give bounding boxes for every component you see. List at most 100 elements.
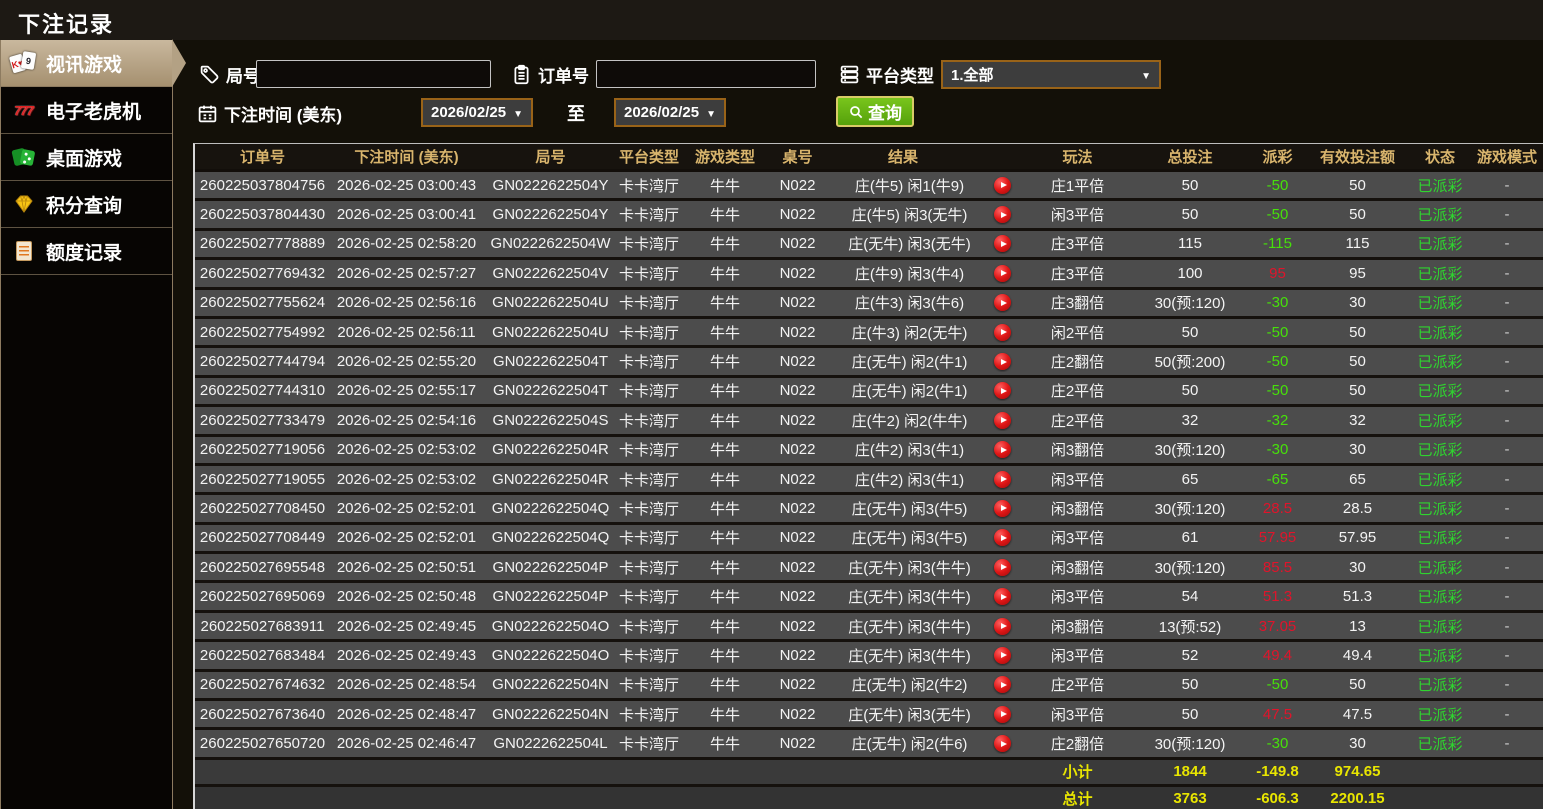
replay-button[interactable] (994, 412, 1011, 429)
replay-button[interactable] (994, 706, 1011, 723)
replay-button[interactable] (994, 294, 1011, 311)
sidebar-item-slot-machine[interactable]: 777电子老虎机 (1, 87, 172, 134)
cell-time: 2026-02-25 02:57:27 (330, 265, 483, 282)
cell-game-type: 牛牛 (680, 233, 770, 254)
sidebar-item-label: 额度记录 (46, 238, 122, 265)
cell-round: GN0222622504L (483, 735, 618, 752)
play-icon (1001, 652, 1007, 658)
tag-icon (199, 64, 220, 85)
replay-button[interactable] (994, 206, 1011, 223)
replay-button[interactable] (994, 559, 1011, 576)
table-row: 2602250276950692026-02-25 02:50:48GN0222… (195, 583, 1543, 612)
cell-status: 已派彩 (1410, 557, 1470, 578)
replay-button[interactable] (994, 676, 1011, 693)
cell-play-type: 闲3平倍 (1025, 586, 1130, 607)
sidebar-item-quota-records[interactable]: 额度记录 (1, 228, 172, 275)
search-button[interactable]: 查询 (836, 96, 914, 127)
replay-button[interactable] (994, 265, 1011, 282)
date-to-select[interactable]: 2026/02/25 (614, 98, 726, 127)
sidebar-menu: K♥9视讯游戏777电子老虎机桌面游戏积分查询额度记录 (1, 40, 172, 275)
cell-order: 260225037804430 (195, 206, 330, 223)
cell-platform: 卡卡湾厅 (618, 616, 680, 637)
replay-button[interactable] (994, 529, 1011, 546)
cell-status: 已派彩 (1410, 645, 1470, 666)
summary-valid-bet: 974.65 (1305, 763, 1410, 780)
sidebar-item-video-games[interactable]: K♥9视讯游戏 (1, 40, 172, 87)
platform-type-select[interactable]: 1.全部 (941, 60, 1161, 89)
betting-records-window: Zahra GN02226225057 20 - 50,000 0 下注记录 K… (0, 0, 1543, 809)
column-header: 派彩 (1250, 146, 1305, 167)
column-header: 有效投注额 (1305, 146, 1410, 167)
replay-button[interactable] (994, 500, 1011, 517)
diamond-icon (10, 192, 37, 216)
replay-button[interactable] (994, 177, 1011, 194)
table-body: 2602250378047562026-02-25 03:00:43GN0222… (195, 172, 1543, 809)
date-from-select[interactable]: 2026/02/25 (421, 98, 533, 127)
play-icon (1001, 505, 1007, 511)
sidebar-item-table-games[interactable]: 桌面游戏 (1, 134, 172, 181)
cell-table-number: N022 (770, 235, 825, 252)
cell-total-bet: 30(预:120) (1130, 498, 1250, 519)
order-number-input[interactable] (596, 60, 816, 88)
table-row: 2602250277334792026-02-25 02:54:16GN0222… (195, 407, 1543, 436)
cell-result: 庄(牛3) 闲2(无牛) (825, 322, 1025, 343)
play-icon (1001, 182, 1007, 188)
replay-button[interactable] (994, 235, 1011, 252)
table-row: 2602250277556242026-02-25 02:56:16GN0222… (195, 290, 1543, 319)
cell-game-mode: - (1470, 412, 1543, 429)
cell-table-number: N022 (770, 559, 825, 576)
cell-play-type: 庄3翻倍 (1025, 292, 1130, 313)
cell-round: GN0222622504P (483, 588, 618, 605)
play-icon (1001, 741, 1007, 747)
cell-order: 260225027719055 (195, 471, 330, 488)
replay-button[interactable] (994, 588, 1011, 605)
sidebar: K♥9视讯游戏777电子老虎机桌面游戏积分查询额度记录 (0, 40, 173, 809)
replay-button[interactable] (994, 618, 1011, 635)
summary-label: 总计 (1025, 788, 1130, 809)
cell-game-type: 牛牛 (680, 469, 770, 490)
table-row: 2602250277447942026-02-25 02:55:20GN0222… (195, 348, 1543, 377)
cell-total-bet: 61 (1130, 529, 1250, 546)
round-number-input[interactable] (256, 60, 491, 88)
cell-payout: -50 (1250, 206, 1305, 223)
replay-button[interactable] (994, 324, 1011, 341)
cell-play-type: 闲3翻倍 (1025, 557, 1130, 578)
cell-valid-bet: 30 (1305, 735, 1410, 752)
cell-result: 庄(无牛) 闲3(牛5) (825, 498, 1025, 519)
cell-game-mode: - (1470, 500, 1543, 517)
cell-game-type: 牛牛 (680, 527, 770, 548)
cell-table-number: N022 (770, 500, 825, 517)
cell-result: 庄(无牛) 闲2(牛1) (825, 380, 1025, 401)
playing-cards-icon: K♥9 (10, 51, 37, 75)
replay-button[interactable] (994, 735, 1011, 752)
replay-button[interactable] (994, 471, 1011, 488)
cell-play-type: 庄3平倍 (1025, 233, 1130, 254)
summary-payout: -606.3 (1250, 790, 1305, 807)
cell-platform: 卡卡湾厅 (618, 527, 680, 548)
page-title: 下注记录 (18, 7, 114, 39)
cell-game-type: 牛牛 (680, 616, 770, 637)
cell-table-number: N022 (770, 382, 825, 399)
replay-button[interactable] (994, 353, 1011, 370)
cell-result: 庄(牛2) 闲2(牛牛) (825, 410, 1025, 431)
sidebar-item-points-query[interactable]: 积分查询 (1, 181, 172, 228)
cell-play-type: 闲3翻倍 (1025, 498, 1130, 519)
cell-game-mode: - (1470, 588, 1543, 605)
replay-button[interactable] (994, 441, 1011, 458)
cell-status: 已派彩 (1410, 616, 1470, 637)
cell-result: 庄(无牛) 闲3(无牛) (825, 704, 1025, 725)
total-row: 总计3763-606.32200.15 (195, 787, 1543, 809)
cell-game-type: 牛牛 (680, 263, 770, 284)
cell-valid-bet: 50 (1305, 676, 1410, 693)
chevron-down-icon (1141, 66, 1151, 83)
table-row: 2602250277788892026-02-25 02:58:20GN0222… (195, 231, 1543, 260)
cell-game-mode: - (1470, 618, 1543, 635)
cell-platform: 卡卡湾厅 (618, 322, 680, 343)
cell-table-number: N022 (770, 353, 825, 370)
replay-button[interactable] (994, 382, 1011, 399)
play-icon (1001, 241, 1007, 247)
cell-valid-bet: 30 (1305, 559, 1410, 576)
play-icon (1001, 564, 1007, 570)
replay-button[interactable] (994, 647, 1011, 664)
cell-round: GN0222622504U (483, 294, 618, 311)
